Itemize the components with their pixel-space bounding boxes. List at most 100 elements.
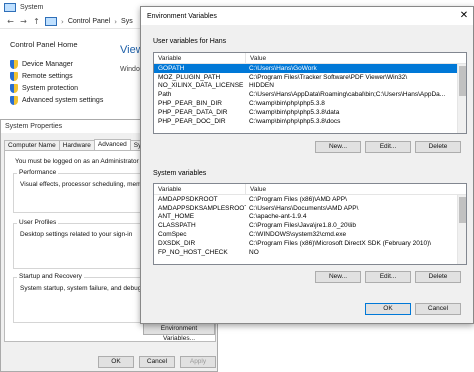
tab-computer-name[interactable]: Computer Name bbox=[4, 140, 60, 150]
variable-row[interactable]: ANT_HOME C:\apache-ant-1.9.4 bbox=[154, 213, 466, 222]
variable-name-cell: AMDAPPSDKSAMPLESROOT bbox=[158, 204, 246, 212]
variable-name-cell: ComSpec bbox=[158, 231, 187, 239]
variable-name-cell: ANT_HOME bbox=[158, 213, 195, 221]
environment-variables-titlebar: Environment Variables ✕ bbox=[141, 7, 473, 25]
variable-row[interactable]: PHP_PEAR_BIN_DIR C:\wamp\bin\php\php5.3.8 bbox=[154, 99, 466, 108]
user-delete-button[interactable]: Delete bbox=[415, 141, 461, 153]
environment-variables-title: Environment Variables bbox=[147, 12, 217, 20]
tab-advanced[interactable]: Advanced bbox=[93, 139, 131, 150]
variable-row[interactable]: PHP_PEAR_DOC_DIR C:\wamp\bin\php\php5.3.8… bbox=[154, 117, 466, 126]
variable-value-cell: C:\Users\Hans\GoWork bbox=[249, 64, 317, 72]
system-variables-scroll-thumb[interactable] bbox=[459, 197, 466, 223]
user-variables-label: User variables for Hans bbox=[153, 38, 227, 45]
user-edit-button[interactable]: Edit... bbox=[365, 141, 411, 153]
user-profiles-label: User Profiles bbox=[17, 219, 59, 226]
variable-value-cell: C:\Program Files\Java\jre1.8.0_20\lib bbox=[249, 222, 356, 230]
variable-value-cell: NO bbox=[249, 248, 259, 256]
env-ok-button[interactable]: OK bbox=[365, 303, 411, 315]
user-variables-rows: GOPATH C:\Users\Hans\GoWork MOZ_PLUGIN_PAT… bbox=[154, 64, 466, 126]
system-window-title: System bbox=[20, 3, 44, 11]
user-new-button[interactable]: New... bbox=[315, 141, 361, 153]
device-manager-link[interactable]: Device Manager bbox=[10, 58, 103, 70]
close-icon[interactable]: ✕ bbox=[455, 9, 473, 23]
system-protection-label: System protection bbox=[22, 84, 79, 92]
system-edit-button[interactable]: Edit... bbox=[365, 271, 411, 283]
shield-icon bbox=[10, 71, 18, 81]
cancel-button[interactable]: Cancel bbox=[139, 356, 175, 368]
variable-name-cell: DXSDK_DIR bbox=[158, 239, 196, 247]
variable-name-cell: CLASSPATH bbox=[158, 222, 196, 230]
user-variables-scroll-thumb[interactable] bbox=[459, 66, 466, 96]
variable-value-cell: C:\Users\Hans\Documents\AMD APP\ bbox=[249, 204, 359, 212]
computer-icon bbox=[4, 2, 16, 12]
apply-button[interactable]: Apply bbox=[180, 356, 216, 368]
variable-row[interactable]: PHP_PEAR_DATA_DIR C:\wamp\bin\php\php5.3.… bbox=[154, 108, 466, 117]
windows-edition-label: Windo bbox=[120, 66, 140, 73]
variable-row[interactable]: AMDAPPSDKSAMPLESROOT C:\Users\Hans\Docume… bbox=[154, 204, 466, 213]
user-variables-scrollbar[interactable] bbox=[457, 64, 466, 133]
device-manager-label: Device Manager bbox=[22, 60, 73, 68]
advanced-system-settings-label: Advanced system settings bbox=[22, 96, 104, 104]
variable-column-header[interactable]: Variable bbox=[154, 184, 246, 194]
environment-variables-dialog: Environment Variables ✕ User variables f… bbox=[140, 6, 474, 324]
variable-row[interactable]: FP_NO_HOST_CHECK NO bbox=[154, 248, 466, 257]
shield-icon bbox=[10, 59, 18, 69]
back-arrow-icon[interactable]: ← bbox=[6, 17, 15, 26]
variable-value-cell: HIDDEN bbox=[249, 82, 274, 90]
env-cancel-button[interactable]: Cancel bbox=[415, 303, 461, 315]
variable-value-cell: C:\Program Files (x86)\AMD APP\ bbox=[249, 195, 347, 203]
variable-name-cell: PHP_PEAR_DOC_DIR bbox=[158, 117, 226, 125]
variable-name-cell: NO_XILINX_DATA_LICENSE bbox=[158, 82, 244, 90]
forward-arrow-icon[interactable]: → bbox=[19, 17, 28, 26]
ok-button[interactable]: OK bbox=[98, 356, 134, 368]
shield-icon bbox=[10, 95, 18, 105]
system-protection-link[interactable]: System protection bbox=[10, 82, 103, 94]
variable-row[interactable]: DXSDK_DIR C:\Program Files (x86)\Microsof… bbox=[154, 239, 466, 248]
environment-variables-button[interactable]: Environment Variables... bbox=[143, 323, 215, 342]
performance-label: Performance bbox=[17, 169, 59, 176]
variable-value-cell: C:\apache-ant-1.9.4 bbox=[249, 213, 307, 221]
system-delete-button[interactable]: Delete bbox=[415, 271, 461, 283]
system-variables-header: Variable Value bbox=[154, 184, 466, 195]
variable-row[interactable]: CLASSPATH C:\Program Files\Java\jre1.8.0_… bbox=[154, 221, 466, 230]
system-variables-list[interactable]: Variable Value AMDAPPSDKROOT C:\Program F… bbox=[153, 183, 467, 265]
system-new-button[interactable]: New... bbox=[315, 271, 361, 283]
value-column-header[interactable]: Value bbox=[246, 184, 266, 194]
variable-column-header[interactable]: Variable bbox=[154, 53, 246, 63]
variable-row[interactable]: NO_XILINX_DATA_LICENSE HIDDEN bbox=[154, 82, 466, 91]
user-variables-header: Variable Value bbox=[154, 53, 466, 64]
remote-settings-link[interactable]: Remote settings bbox=[10, 70, 103, 82]
advanced-system-settings-link[interactable]: Advanced system settings bbox=[10, 94, 103, 106]
up-arrow-icon[interactable]: ↑ bbox=[32, 17, 41, 26]
variable-name-cell: FP_NO_HOST_CHECK bbox=[158, 248, 228, 256]
variable-name-cell: GOPATH bbox=[158, 64, 185, 72]
variable-name-cell: PHP_PEAR_DATA_DIR bbox=[158, 108, 228, 116]
variable-value-cell: C:\wamp\bin\php\php5.3.8 bbox=[249, 100, 325, 108]
variable-value-cell: C:\Program Files\Tracker Software\PDF Vi… bbox=[249, 73, 408, 81]
variable-row[interactable]: MOZ_PLUGIN_PATH C:\Program Files\Tracker … bbox=[154, 73, 466, 82]
variable-value-cell: C:\Program Files (x86)\Microsoft DirectX… bbox=[249, 239, 432, 247]
variable-row[interactable]: Path C:\Users\Hans\AppData\Roaming\cabal\… bbox=[154, 90, 466, 99]
variable-name-cell: MOZ_PLUGIN_PATH bbox=[158, 73, 221, 81]
control-panel-home-link[interactable]: Control Panel Home bbox=[10, 40, 103, 49]
startup-recovery-label: Startup and Recovery bbox=[17, 273, 84, 280]
system-task-pane: Control Panel Home Device Manager Remote… bbox=[10, 40, 103, 106]
system-properties-tabs: Computer Name Hardware Advanced System bbox=[4, 139, 160, 150]
breadcrumb-system[interactable]: Sys bbox=[121, 18, 133, 25]
variable-row[interactable]: GOPATH C:\Users\Hans\GoWork bbox=[154, 64, 466, 73]
user-variables-list[interactable]: Variable Value GOPATH C:\Users\Hans\GoWor… bbox=[153, 52, 467, 134]
variable-value-cell: C:\WINDOWS\system32\cmd.exe bbox=[249, 231, 347, 239]
system-variables-rows: AMDAPPSDKROOT C:\Program Files (x86)\AMD … bbox=[154, 195, 466, 257]
variable-row[interactable]: ComSpec C:\WINDOWS\system32\cmd.exe bbox=[154, 230, 466, 239]
shield-icon bbox=[10, 83, 18, 93]
value-column-header[interactable]: Value bbox=[246, 53, 266, 63]
breadcrumb-control-panel[interactable]: Control Panel bbox=[68, 18, 110, 25]
tab-hardware[interactable]: Hardware bbox=[58, 140, 95, 150]
variable-value-cell: C:\wamp\bin\php\php5.3.8\docs bbox=[249, 117, 341, 125]
variable-row[interactable]: AMDAPPSDKROOT C:\Program Files (x86)\AMD … bbox=[154, 195, 466, 204]
control-panel-icon bbox=[45, 17, 57, 26]
breadcrumb-separator-icon: › bbox=[61, 17, 64, 26]
variable-value-cell: C:\wamp\bin\php\php5.3.8\data bbox=[249, 108, 340, 116]
variable-name-cell: Path bbox=[158, 91, 172, 99]
system-variables-scrollbar[interactable] bbox=[457, 195, 466, 264]
